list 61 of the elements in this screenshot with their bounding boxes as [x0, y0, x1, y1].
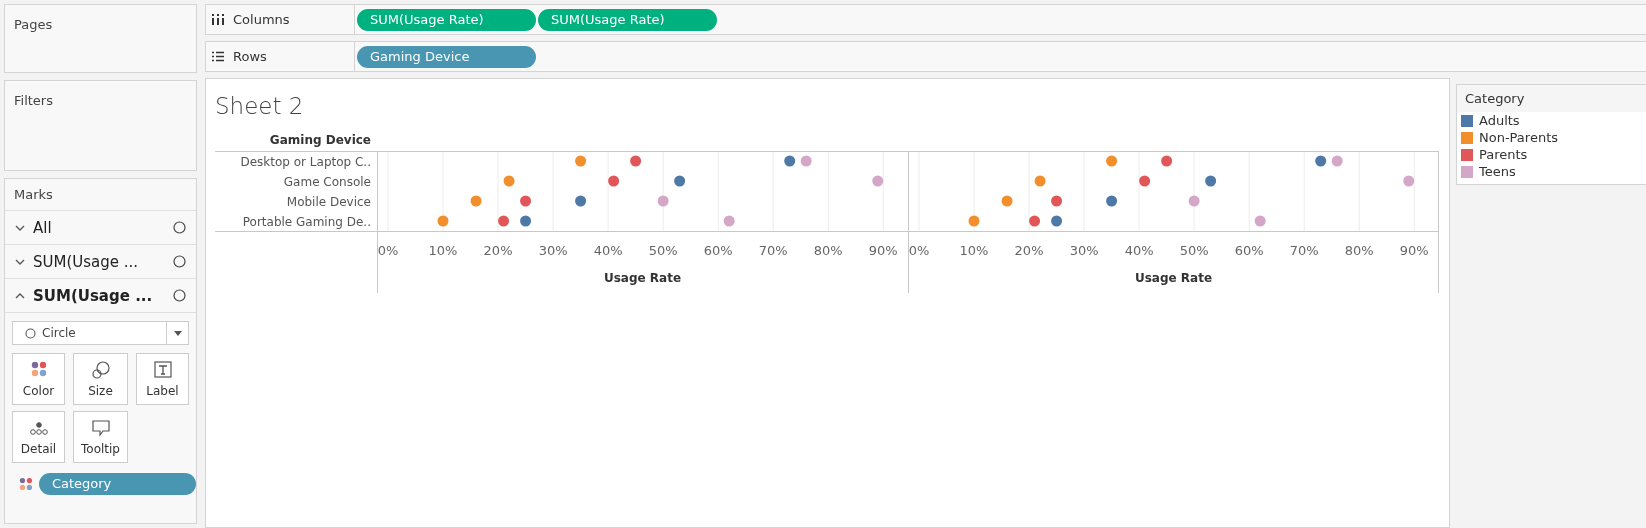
tick-label: 70%: [758, 243, 788, 258]
text-box-icon: [152, 360, 173, 380]
shelf-label: Rows: [233, 49, 267, 64]
mark-type-dropdown[interactable]: Circle: [12, 321, 189, 345]
marks-card[interactable]: All: [5, 211, 196, 245]
legend-title: Category: [1465, 91, 1525, 106]
tick-label: 50%: [648, 243, 678, 258]
axis-title: Usage Rate: [1134, 271, 1213, 285]
row-label: Portable Gaming De..: [242, 214, 371, 229]
mark-label-button[interactable]: Label: [136, 353, 189, 405]
tick-label: 20%: [483, 243, 513, 258]
tick-label: 70%: [1289, 243, 1319, 258]
row-label: Game Console: [283, 174, 371, 189]
rows-icon: [212, 51, 224, 62]
circle-icon: [173, 255, 186, 268]
row-label: Desktop or Laptop C..: [240, 154, 371, 169]
mark-size-button[interactable]: Size: [73, 353, 128, 405]
legend-label: Adults: [1479, 113, 1520, 128]
tick-label: 50%: [1179, 243, 1209, 258]
circle-icon: [173, 221, 186, 234]
tick-label: 0%: [908, 243, 930, 258]
tick-label: 40%: [1124, 243, 1154, 258]
tick-label: 90%: [1399, 243, 1429, 258]
columns-icon: [212, 14, 224, 25]
legend-label: Teens: [1479, 164, 1516, 179]
marks-card[interactable]: SUM(Usage ...: [5, 279, 196, 313]
speech-bubble-icon: [90, 418, 111, 438]
row-label: Mobile Device: [286, 194, 371, 209]
chevron-icon: [15, 291, 25, 300]
dots-icon: [19, 476, 33, 492]
caret-icon: [173, 330, 182, 336]
circles-icon: [90, 360, 111, 380]
tick-label: 90%: [868, 243, 898, 258]
tick-label: 30%: [1069, 243, 1099, 258]
shelf-label: Columns: [233, 12, 290, 27]
tick-label: 80%: [813, 243, 843, 258]
tick-label: 60%: [1234, 243, 1264, 258]
marks-card[interactable]: SUM(Usage ...: [5, 245, 196, 279]
circle-icon: [25, 327, 36, 339]
tick-label: 80%: [1344, 243, 1374, 258]
circle-icon: [173, 289, 186, 302]
tick-label: 20%: [1014, 243, 1044, 258]
panel-title: Pages: [13, 16, 53, 32]
legend-label: Parents: [1479, 147, 1528, 162]
axis-title: Usage Rate: [603, 271, 682, 285]
mark-detail-button[interactable]: Detail: [12, 411, 65, 463]
legend-label: Non-Parents: [1479, 130, 1558, 145]
tick-label: 40%: [593, 243, 623, 258]
tick-label: 10%: [959, 243, 989, 258]
chevron-icon: [15, 223, 25, 232]
sheet-title: Sheet 2: [215, 93, 305, 121]
panel-title: Marks: [5, 179, 196, 211]
mark-tooltip-button[interactable]: Tooltip: [73, 411, 128, 463]
chevron-icon: [15, 257, 25, 266]
tick-label: 10%: [428, 243, 458, 258]
mark-color-button[interactable]: Color: [12, 353, 65, 405]
tick-label: 60%: [703, 243, 733, 258]
tick-label: 30%: [538, 243, 568, 258]
tick-label: 0%: [377, 243, 399, 258]
row-header: Gaming Device: [269, 133, 372, 149]
panel-title: Filters: [13, 92, 53, 108]
